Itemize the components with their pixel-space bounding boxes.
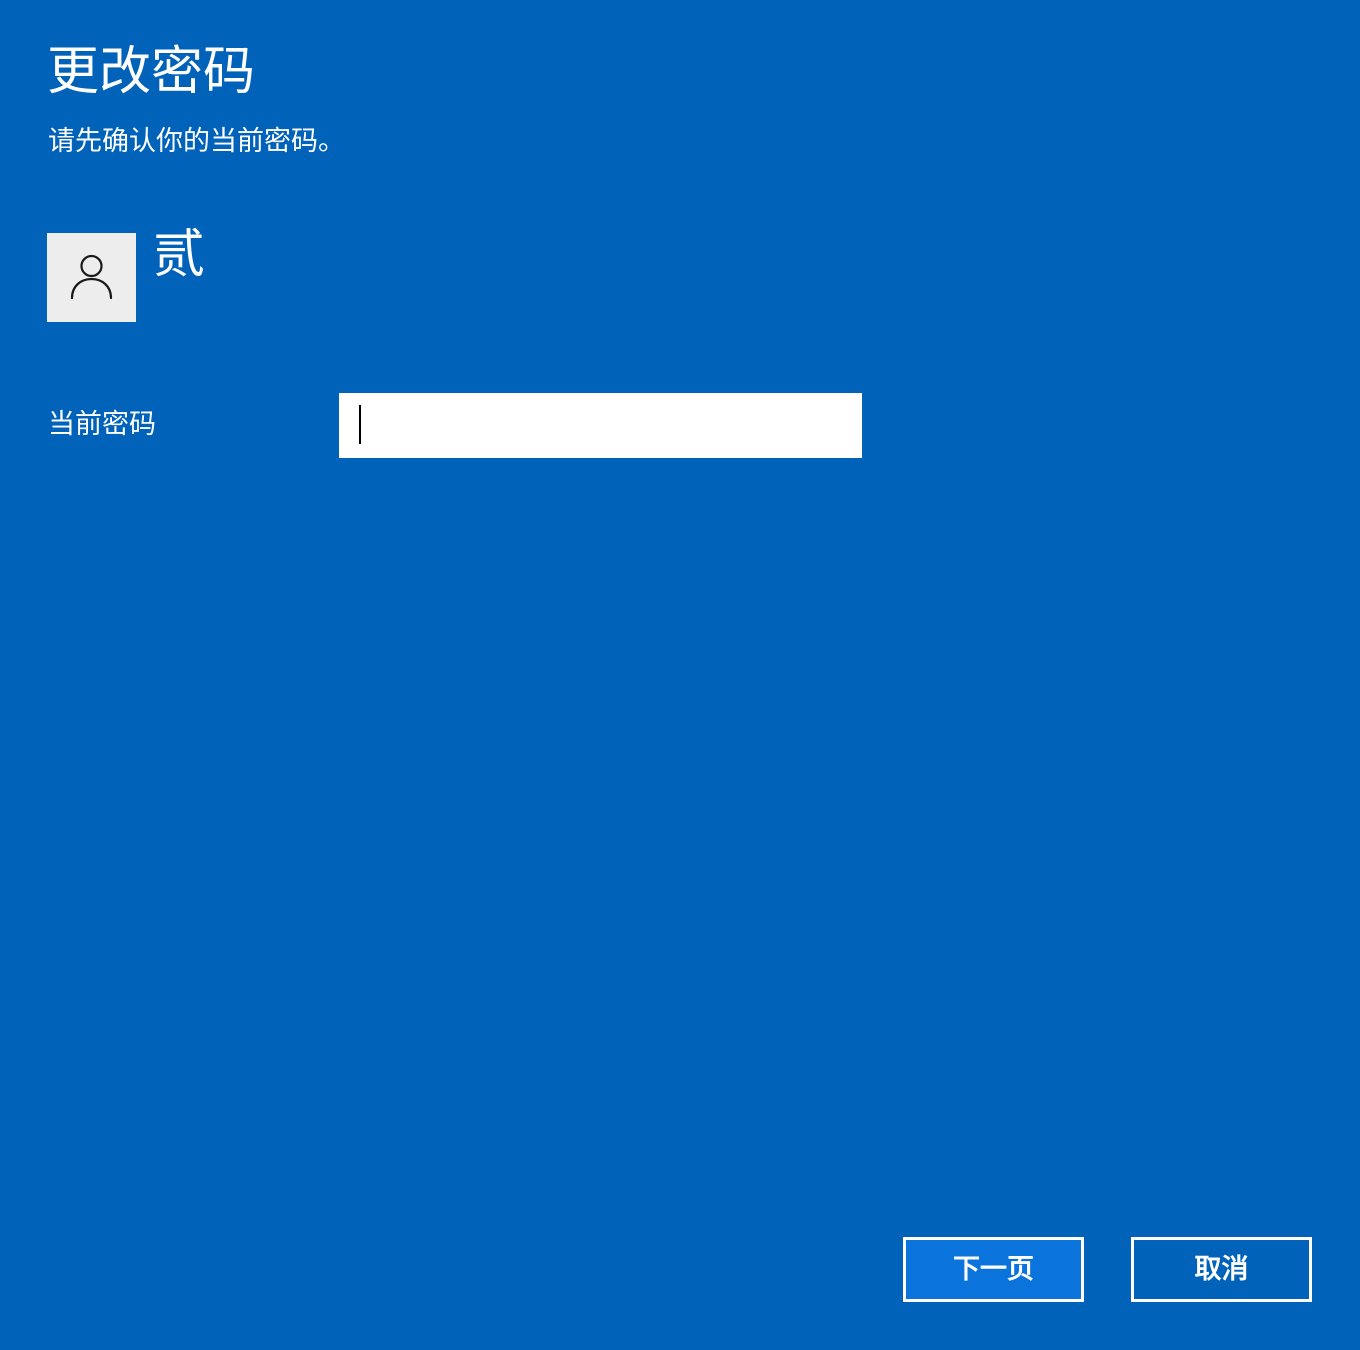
change-password-dialog: 更改密码 请先确认你的当前密码。 贰 当前密码 下一页 取消 xyxy=(0,0,1360,1350)
user-icon xyxy=(70,254,113,300)
page-title: 更改密码 xyxy=(47,42,256,102)
page-subtitle: 请先确认你的当前密码。 xyxy=(48,126,345,157)
current-password-label: 当前密码 xyxy=(48,409,156,440)
avatar xyxy=(47,233,136,322)
account-name: 贰 xyxy=(153,225,206,285)
current-password-input[interactable] xyxy=(339,393,862,458)
next-button[interactable]: 下一页 xyxy=(903,1237,1084,1302)
cancel-button[interactable]: 取消 xyxy=(1131,1237,1312,1302)
text-caret xyxy=(359,405,361,444)
